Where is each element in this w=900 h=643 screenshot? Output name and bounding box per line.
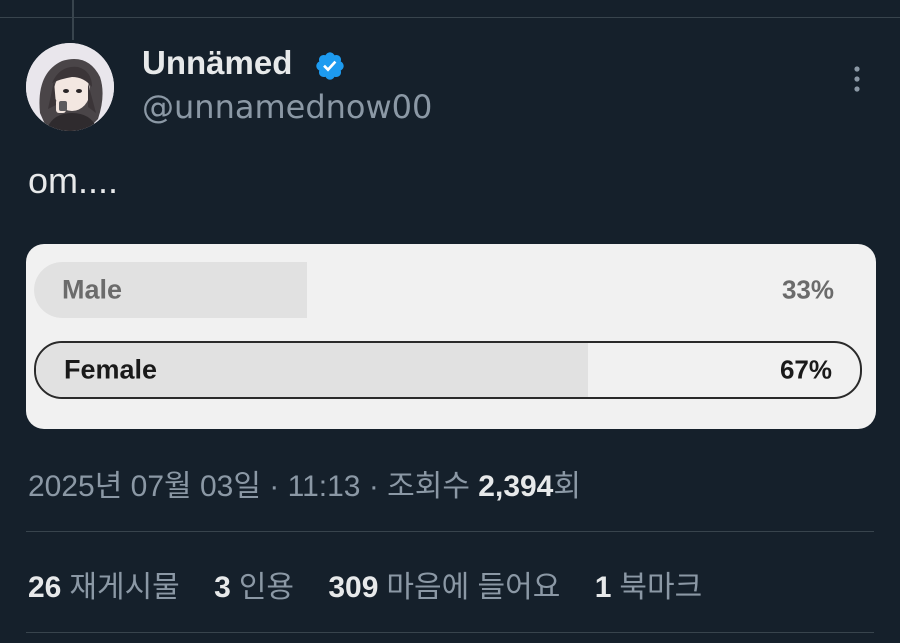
user-handle[interactable]: @unnamednow00 <box>142 88 432 126</box>
avatar[interactable] <box>26 43 114 131</box>
stat-reposts[interactable]: 26 재게시물 <box>28 562 180 606</box>
engagement-stats: 26 재게시물 3 인용 309 마음에 들어요 1 북마크 <box>28 562 728 606</box>
tweet-date[interactable]: 2025년 07월 03일 <box>28 470 261 503</box>
poll-card: Male 33% Female 67% <box>26 244 876 429</box>
stat-count: 26 <box>28 571 62 604</box>
stat-bookmarks[interactable]: 1 북마크 <box>595 562 703 606</box>
stat-label: 마음에 들어요 <box>386 571 561 604</box>
display-name[interactable]: Unnämed <box>142 44 292 82</box>
poll-option-male[interactable]: Male 33% <box>34 262 862 318</box>
poll-option-female[interactable]: Female 67% <box>34 341 862 399</box>
poll-option-label: Female <box>64 354 158 385</box>
stat-label: 북마크 <box>619 571 703 604</box>
stat-count: 3 <box>214 571 231 604</box>
stat-label: 재게시물 <box>69 571 180 604</box>
poll-option-label: Male <box>62 274 123 305</box>
bottom-divider <box>26 632 874 633</box>
tweet-meta: 2025년 07월 03일 · 11:13 · 조회수 2,394회 <box>28 461 581 505</box>
views-suffix: 회 <box>553 470 581 503</box>
more-options-icon[interactable] <box>840 62 874 96</box>
tweet-time[interactable]: 11:13 <box>288 470 361 503</box>
meta-separator: · <box>260 470 288 503</box>
stat-likes[interactable]: 309 마음에 들어요 <box>328 562 560 606</box>
meta-separator: · <box>360 470 388 503</box>
poll-option-percent: 67% <box>779 354 832 385</box>
verified-badge-icon <box>316 52 344 80</box>
thread-connector-line <box>72 0 74 40</box>
top-divider <box>0 17 900 18</box>
stat-count: 1 <box>594 571 612 604</box>
tweet-text: om.... <box>28 160 119 201</box>
stat-quotes[interactable]: 3 인용 <box>214 562 294 606</box>
views-label: 조회수 <box>387 470 479 503</box>
stats-divider <box>26 531 874 532</box>
views-count: 2,394 <box>478 470 554 503</box>
stat-label: 인용 <box>238 571 295 604</box>
anime-avatar-icon <box>26 43 114 131</box>
poll-option-percent: 33% <box>781 274 834 305</box>
stat-count: 309 <box>328 571 379 604</box>
